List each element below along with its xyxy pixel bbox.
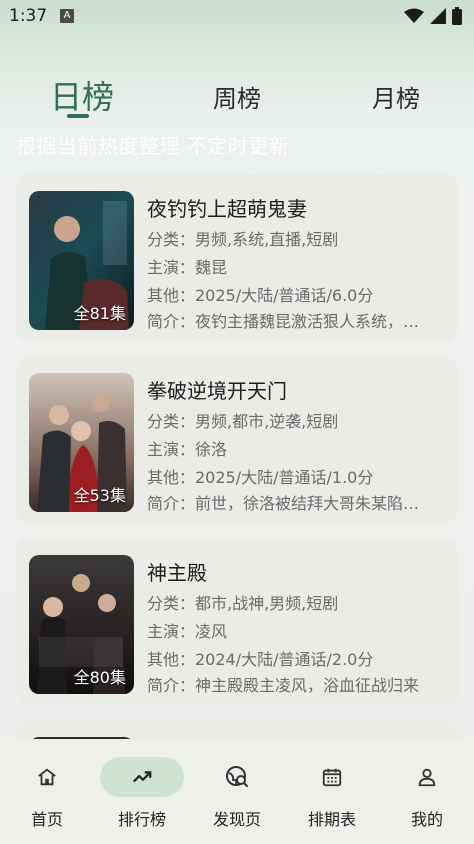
episode-count: 全80集 (73, 668, 126, 687)
status-icons (404, 7, 462, 25)
drama-other: 其他：2025/大陆/普通话/1.0分 (147, 468, 374, 487)
home-icon (38, 768, 56, 786)
nav-discover[interactable]: 发现页 (190, 739, 284, 844)
drama-title: 夜钓钓上超萌鬼妻 (147, 197, 307, 221)
battery-icon (452, 7, 462, 25)
drama-poster: 全81集 (29, 191, 134, 330)
notification-a-icon: A (60, 9, 74, 23)
drama-other: 其他：2024/大陆/普通话/2.0分 (147, 650, 374, 669)
nav-discover-icon-wrap (195, 757, 279, 797)
drama-poster: 全80集 (29, 555, 134, 694)
nav-schedule[interactable]: 排期表 (285, 739, 379, 844)
episode-count: 全81集 (73, 304, 126, 323)
drama-poster: 全53集 (29, 373, 134, 512)
drama-intro: 简介：夜钓主播魏昆激活狠人系统，夜钓钓上超萌鬼妻 (147, 312, 432, 331)
drama-card[interactable]: 全80集 神主殿 分类：都市,战神,男频,短剧 主演：凌风 其他：2024/大陆… (16, 538, 458, 706)
calendar-icon (322, 768, 342, 787)
nav-profile-label: 我的 (410, 810, 443, 829)
trending-up-icon (132, 771, 152, 783)
tab-weekly[interactable]: 周榜 (213, 79, 261, 114)
drama-intro: 简介：神主殿殿主凌风，浴血征战归来 (147, 676, 420, 695)
nav-profile[interactable]: 我的 (380, 739, 474, 844)
drama-card[interactable]: 全53集 拳破逆境开天门 分类：男频,都市,逆袭,短剧 主演：徐洛 其他：202… (16, 356, 458, 524)
nav-ranking-label: 排行榜 (117, 810, 166, 829)
globe-search-icon (226, 766, 249, 788)
drama-other: 其他：2025/大陆/普通话/6.0分 (147, 286, 374, 305)
status-bar: 1:37 A (0, 0, 474, 34)
drama-cast: 主演：魏昆 (147, 258, 228, 277)
nav-home-label: 首页 (30, 810, 63, 829)
nav-home[interactable]: 首页 (0, 739, 94, 844)
drama-cast: 主演：凌风 (147, 622, 228, 641)
drama-genre: 分类：男频,都市,逆袭,短剧 (147, 412, 339, 431)
nav-schedule-icon-wrap (290, 757, 374, 797)
drama-title: 神主殿 (147, 561, 207, 585)
wifi-icon (404, 8, 424, 23)
drama-genre: 分类：男频,系统,直播,短剧 (147, 230, 339, 249)
tab-indicator (67, 114, 89, 118)
nav-home-icon-wrap (5, 757, 89, 797)
status-time: 1:37 (9, 6, 48, 26)
nav-ranking[interactable]: 排行榜 (95, 739, 189, 844)
drama-intro: 简介：前世，徐洛被结拜大哥朱某陷害惨死 (147, 494, 432, 513)
drama-card[interactable]: 全81集 夜钓钓上超萌鬼妻 分类：男频,系统,直播,短剧 主演：魏昆 其他：20… (16, 174, 458, 342)
bottom-navigation: 首页 排行榜 发现页 排期表 我的 (0, 739, 474, 844)
tab-daily[interactable]: 日榜 (50, 72, 114, 118)
tab-monthly[interactable]: 月榜 (372, 79, 420, 114)
drama-title: 拳破逆境开天门 (147, 379, 287, 403)
signal-icon (430, 8, 446, 24)
person-icon (418, 768, 436, 787)
nav-schedule-label: 排期表 (307, 810, 356, 829)
episode-count: 全53集 (73, 486, 126, 505)
drama-cast: 主演：徐洛 (147, 440, 228, 459)
drama-genre: 分类：都市,战神,男频,短剧 (147, 594, 339, 613)
ranking-subtitle: 根据当前热度整理 不定时更新 (16, 134, 290, 158)
nav-ranking-icon-wrap (100, 757, 184, 797)
nav-profile-icon-wrap (385, 757, 469, 797)
nav-discover-label: 发现页 (212, 810, 261, 829)
